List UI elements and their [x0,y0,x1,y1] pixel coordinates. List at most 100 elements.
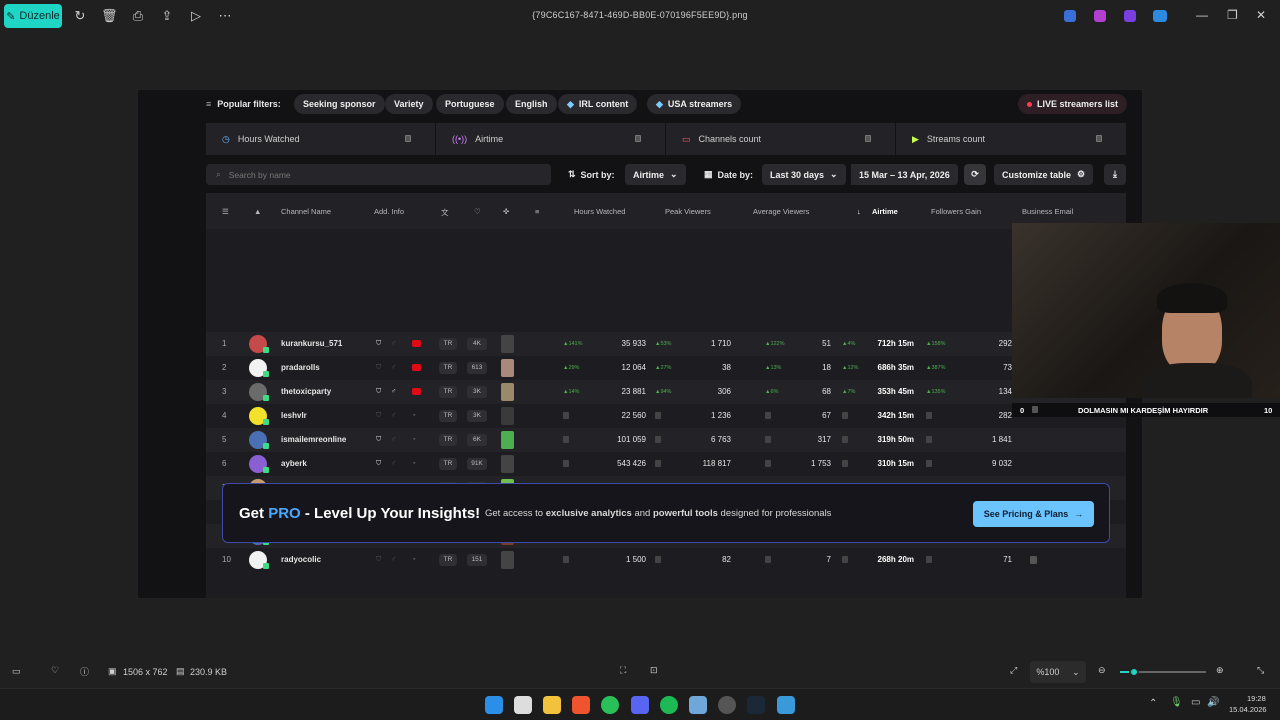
folder-icon[interactable] [543,696,561,714]
metric-value: 319h 50m [877,435,914,444]
shield-icon: ⛉ [376,556,382,563]
col-average-viewers[interactable]: Average Viewers [753,207,809,216]
sort-dropdown[interactable]: Airtime ⌄ [625,164,686,185]
app-icon[interactable] [718,696,736,714]
fit-icon[interactable]: ⤢ [1010,665,1017,676]
metric-value: 7 [826,555,831,564]
filter-chip[interactable]: English [506,94,557,114]
reset-date-button[interactable]: ⟳ [964,164,986,185]
photos-icon[interactable] [777,696,795,714]
game-thumbnail[interactable] [501,431,514,449]
table-row[interactable]: 6 ayberk ⛉ ♂ ▪ TR 91K 543 426 118 817 1 753 310h 1… [206,452,1126,476]
export-button[interactable]: ⤓ [1104,164,1126,185]
col-airtime[interactable]: Airtime [872,207,898,216]
channel-name[interactable]: ayberk [281,459,307,468]
metric-streams-count[interactable]: ▶ Streams count [896,123,1126,155]
whatsapp-icon[interactable] [601,696,619,714]
col-followers-gain[interactable]: Followers Gain [931,207,981,216]
crop-icon[interactable]: ⛶ [620,665,626,676]
filter-chip[interactable]: Portuguese [436,94,504,114]
minimize-icon[interactable]: — [1196,8,1208,22]
date-label: ▦ Date by: [704,169,754,180]
columns-icon[interactable]: ☰ [222,207,229,216]
tray-chevron-icon[interactable]: ⌃ [1149,698,1157,709]
see-pricing-button[interactable]: See Pricing & Plans → [973,501,1094,527]
zoom-in-icon[interactable]: ⊕ [1216,665,1224,676]
row-rank: 10 [222,555,231,564]
channel-name[interactable]: pradarolls [281,363,320,372]
game-thumbnail[interactable] [501,359,514,377]
shield-icon: ⛉ [376,364,382,371]
mic-icon[interactable]: 🎙 [1170,697,1183,708]
game-thumbnail[interactable] [501,383,514,401]
maximize-icon[interactable]: ❐ [1227,8,1238,22]
filmstrip-icon[interactable]: ▭ [12,666,21,677]
customize-table-button[interactable]: Customize table ⚙ [994,164,1094,185]
volume-icon[interactable]: 🔊 [1207,697,1219,708]
table-row[interactable]: 2 pradarolls ⛉ ♂ TR 613 ▲29% 12 064 ▲27% 38 ▲13% 18… [206,356,1126,380]
metric-value: 67 [822,411,831,420]
lock-icon [563,436,569,443]
cloud-icon[interactable] [1153,10,1167,22]
channel-name[interactable]: ismailemreonline [281,435,346,444]
game-thumbnail[interactable] [501,407,514,425]
game-thumbnail[interactable] [501,455,514,473]
channel-name[interactable]: kurankursu_571 [281,339,342,348]
metric-hours-watched[interactable]: ◷ Hours Watched [206,123,435,155]
metric-airtime[interactable]: ((•)) Airtime [436,123,665,155]
zoom-slider-thumb[interactable] [1129,667,1139,677]
capcut-icon[interactable] [514,696,532,714]
close-icon[interactable]: ✕ [1256,8,1266,22]
zoom-dropdown[interactable]: %100 ⌄ [1030,661,1086,683]
metric-value: 1 841 [991,435,1012,444]
col-peak-viewers[interactable]: Peak Viewers [665,207,711,216]
col-hours-watched[interactable]: Hours Watched [574,207,625,216]
table-row[interactable]: 3 thetoxicparty ⛉ ♂ TR 3K ▲14% 23 881 ▲94% 306 ▲6%… [206,380,1126,404]
table-row[interactable]: 1 kurankursu_571 ⛉ ♂ TR 4K ▲141% 35 933 ▲53% 1 71… [206,332,1126,356]
app-icon[interactable] [689,696,707,714]
app-icon[interactable] [1064,10,1076,22]
clock-date[interactable]: 15.04.2026 [1229,705,1267,714]
ocr-icon[interactable]: ⊡ [650,665,658,676]
shield-icon: ⛉ [376,460,382,467]
discord-icon[interactable] [631,696,649,714]
col-business-email[interactable]: Business Email [1022,207,1073,216]
filter-chip[interactable]: Seeking sponsor [294,94,385,114]
lock-icon [563,460,569,467]
clock-time[interactable]: 19:28 [1247,694,1266,703]
zoom-slider[interactable] [1120,667,1206,677]
delta-value: ▲387% [926,365,946,371]
favorite-icon[interactable]: ♡ [51,665,59,676]
filter-chip[interactable]: ◆ IRL content [558,94,638,114]
date-range[interactable]: 15 Mar – 13 Apr, 2026 [851,164,958,185]
col-channel-name[interactable]: Channel Name [281,207,331,216]
app-icon[interactable] [1094,10,1106,22]
channel-name[interactable]: thetoxicparty [281,387,331,396]
lock-icon[interactable] [1030,556,1037,564]
date-dropdown[interactable]: Last 30 days ⌄ [762,164,846,185]
brave-icon[interactable] [572,696,590,714]
start-icon[interactable] [485,696,503,714]
row-rank: 1 [222,339,227,348]
search-input[interactable]: ⌕ Search by name [206,164,551,185]
game-thumbnail[interactable] [501,335,514,353]
live-streamers-button[interactable]: LIVE streamers list [1018,94,1128,114]
network-icon[interactable]: ▭ [1191,697,1200,708]
info-icon[interactable]: ⓘ [80,665,89,678]
channel-name[interactable]: radyocolic [281,555,321,564]
lock-icon: ▪ [413,460,416,467]
shield-icon: ⛉ [376,340,382,347]
table-row[interactable]: 4 leshvlr ⛉ ♂ ▪ TR 3K 22 560 1 236 67 342h 15m 282 [206,404,1126,428]
zoom-out-icon[interactable]: ⊖ [1098,665,1106,676]
table-row[interactable]: 5 ismailemreonline ⛉ ♂ ▪ TR 6K 101 059 6 763 317 3… [206,428,1126,452]
app-icon[interactable] [1124,10,1136,22]
metric-channels-count[interactable]: ▭ Channels count [666,123,895,155]
spotify-icon[interactable] [660,696,678,714]
table-row[interactable]: 10 radyocolic ⛉ ♂ ▪ TR 151 1 500 82 7 268h 20m 71 [206,548,1126,572]
channel-name[interactable]: leshvlr [281,411,307,420]
fullscreen-icon[interactable]: ⤡ [1257,665,1264,676]
steam-icon[interactable] [747,696,765,714]
game-thumbnail[interactable] [501,551,514,569]
filter-chip[interactable]: ◆ USA streamers [647,94,742,114]
filter-chip[interactable]: Variety [385,94,433,114]
